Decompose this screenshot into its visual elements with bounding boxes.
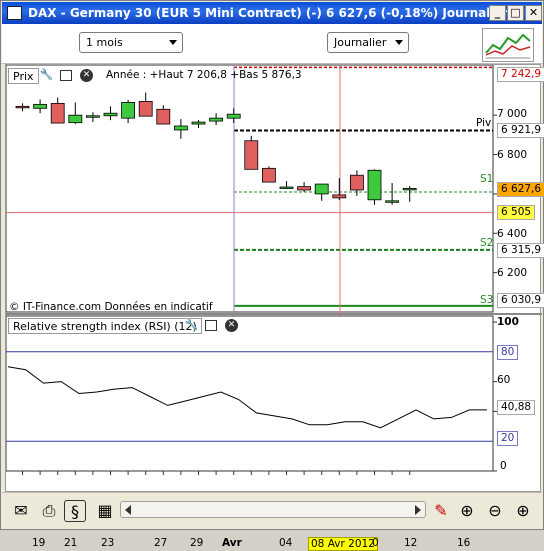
spreadsheet-icon[interactable]: ▦: [94, 500, 116, 522]
s3-label: S3: [480, 294, 494, 306]
x-tick: 19: [32, 537, 46, 549]
print-icon[interactable]: ⎙: [38, 500, 60, 522]
x-tick: 27: [154, 537, 168, 549]
mail-icon[interactable]: ✉: [10, 500, 32, 522]
candle-body: [279, 186, 294, 189]
maximize-button[interactable]: □: [507, 5, 524, 21]
candle-body: [191, 121, 206, 125]
x-tick: 04: [279, 537, 293, 549]
toolbar: 1 mois Journalier: [2, 24, 542, 64]
x-tick: 23: [101, 537, 115, 549]
data-source-note: © IT-Finance.com Données en indicatif: [9, 301, 213, 313]
crosshair-price-tag: 6 505: [497, 205, 536, 220]
app-icon: [7, 6, 22, 20]
rsi-20-tag: 20: [497, 431, 519, 446]
chart-pane[interactable]: Prix 🔧 ✕ Année : +Haut 7 206,8 +Bas 5 87…: [5, 64, 544, 551]
candle-body: [86, 115, 100, 118]
zoom-in-icon[interactable]: ⊕: [512, 500, 534, 522]
window-title: DAX - Germany 30 (EUR 5 Mini Contract) (…: [28, 6, 522, 20]
interval-value: Journalier: [334, 36, 387, 49]
chart-canvas[interactable]: [5, 64, 542, 493]
last-price-tag: 6 627,6: [497, 182, 544, 197]
candle-body: [156, 108, 171, 125]
price-panel-tab[interactable]: Prix: [8, 68, 39, 84]
pivot-label: Piv: [476, 117, 492, 129]
candle-body: [314, 183, 329, 195]
rsi-tick: 100: [497, 316, 519, 328]
scroll-right-icon[interactable]: [415, 505, 421, 515]
y-tick: 6 800: [497, 149, 528, 161]
candle-body: [349, 174, 364, 191]
x-tick: 29: [190, 537, 204, 549]
interval-dropdown[interactable]: Journalier: [327, 32, 409, 53]
candle-body: [173, 125, 188, 131]
resistance-tag: 7 242,9: [497, 67, 544, 82]
crosshair-date-tag: 08 Avr 2012: [308, 537, 378, 551]
s1-label: S1: [480, 173, 494, 185]
zoom-out-icon[interactable]: ⊖: [484, 500, 506, 522]
candle-body: [103, 112, 118, 117]
candle-body: [15, 105, 30, 109]
chevron-down-icon: [395, 40, 403, 45]
s3-tag: 6 030,9: [497, 293, 544, 308]
candle-body: [33, 103, 48, 109]
app-window: DAX - Germany 30 (EUR 5 Mini Contract) (…: [0, 0, 544, 551]
candle-body: [332, 194, 347, 199]
wrench-icon[interactable]: 🔧: [39, 68, 54, 83]
close-button[interactable]: ✕: [525, 5, 542, 21]
close-panel-icon[interactable]: ✕: [225, 319, 238, 332]
candle-body: [226, 113, 241, 119]
rsi-tick: 60: [497, 374, 511, 386]
close-panel-icon[interactable]: ✕: [80, 69, 93, 82]
candle-body: [209, 117, 224, 122]
candle-body: [50, 102, 65, 124]
y-tick: 6 400: [497, 228, 528, 240]
candle-body: [138, 101, 153, 117]
candle-body: [121, 101, 135, 119]
pin-icon[interactable]: ✎: [430, 500, 452, 522]
window-icon[interactable]: [60, 70, 72, 81]
chart-thumbnail-icon[interactable]: [482, 28, 534, 62]
rsi-panel-tab[interactable]: Relative strength index (RSI) (12): [8, 318, 202, 334]
rsi-tab-label: Relative strength index (RSI) (12): [13, 320, 197, 333]
candle-body: [297, 186, 312, 191]
candle-body: [367, 169, 382, 201]
x-tick: 21: [64, 537, 78, 549]
wrench-icon[interactable]: 🔧: [184, 318, 199, 333]
window-icon[interactable]: [205, 320, 217, 331]
candle-body: [385, 200, 400, 203]
x-tick: 16: [457, 537, 471, 549]
pivot-tag: 6 921,9: [497, 123, 544, 138]
minimize-button[interactable]: _: [489, 5, 506, 21]
bottom-toolbar: ✉ ⎙ § ▦ ✎ ⊕ ⊖ ⊕: [2, 492, 542, 529]
rsi-80-tag: 80: [497, 345, 519, 360]
s2-tag: 6 315,9: [497, 243, 544, 258]
period-dropdown[interactable]: 1 mois: [79, 32, 183, 53]
scroll-left-icon[interactable]: [125, 505, 131, 515]
s2-label: S2: [480, 237, 494, 249]
x-tick: 12: [404, 537, 418, 549]
horizontal-scrollbar[interactable]: [120, 501, 426, 518]
chevron-down-icon: [169, 40, 177, 45]
candle-body: [68, 114, 83, 124]
price-plot-area: [5, 64, 494, 313]
x-tick: 0: [372, 537, 379, 549]
y-tick: 6 200: [497, 267, 528, 279]
price-info: Année : +Haut 7 206,8 +Bas 5 876,3: [106, 69, 302, 81]
y-tick: 7 000: [497, 108, 528, 120]
candle-body: [402, 188, 417, 191]
price-tab-label: Prix: [13, 70, 34, 83]
candle-body: [261, 167, 276, 183]
zoom-fit-icon[interactable]: ⊕: [456, 500, 478, 522]
title-bar: DAX - Germany 30 (EUR 5 Mini Contract) (…: [2, 2, 542, 24]
rsi-last-tag: 40,88: [497, 400, 536, 415]
link-icon[interactable]: §: [64, 500, 86, 522]
period-value: 1 mois: [86, 36, 123, 49]
rsi-tick: 0: [500, 460, 507, 472]
x-tick: Avr: [222, 537, 242, 549]
candle-body: [244, 140, 259, 170]
